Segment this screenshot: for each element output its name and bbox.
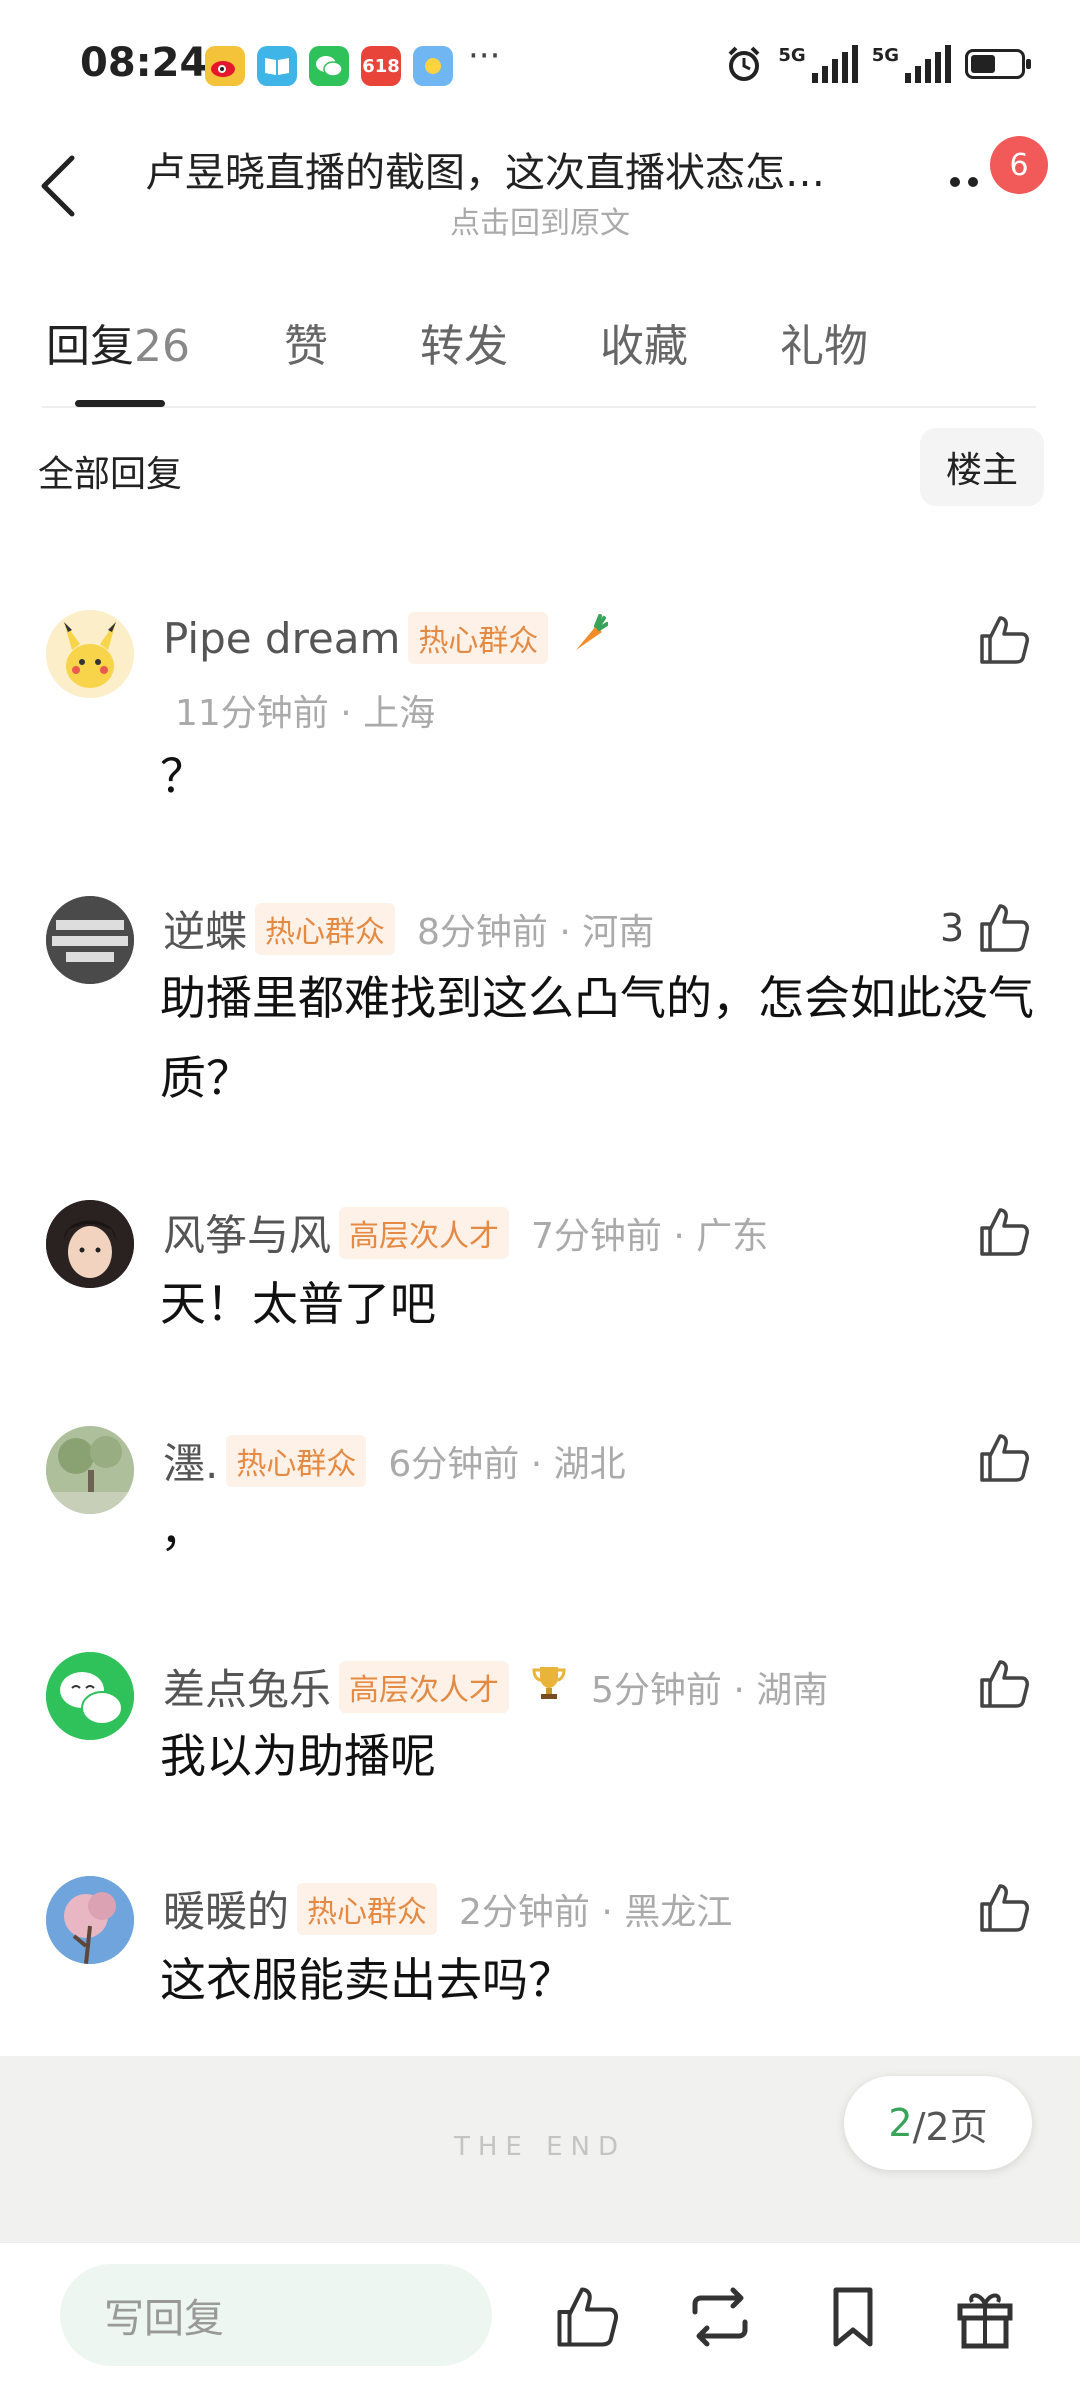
weibo-icon bbox=[205, 46, 245, 86]
comment-meta: 6分钟前 · 湖北 bbox=[388, 1443, 626, 1485]
username[interactable]: Pipe dream bbox=[163, 614, 400, 663]
comment-meta: 8分钟前 · 河南 bbox=[417, 911, 655, 953]
user-badge: 热心群众 bbox=[408, 612, 549, 664]
thumbs-up-icon bbox=[980, 904, 1029, 952]
comment-meta: 7分钟前 · 广东 bbox=[531, 1215, 769, 1257]
tab-reposts[interactable]: 转发 bbox=[420, 310, 508, 374]
tab-divider bbox=[42, 406, 1036, 408]
like-button[interactable] bbox=[976, 900, 1032, 956]
comment-meta: 11分钟前 · 上海 bbox=[175, 693, 436, 734]
like-count: 3 bbox=[940, 906, 965, 950]
username[interactable]: 逆蝶 bbox=[163, 898, 247, 959]
repost-button[interactable] bbox=[685, 2282, 755, 2352]
tab-favorites[interactable]: 收藏 bbox=[600, 310, 688, 374]
signal-strength-icon-2: 5G bbox=[872, 45, 951, 83]
repost-icon bbox=[692, 2287, 748, 2347]
tab-likes[interactable]: 赞 bbox=[284, 310, 328, 374]
more-notifications-indicator: ··· bbox=[468, 36, 501, 76]
comment-text: 助播里都难找到这么凸气的，怎会如此没气质？ bbox=[160, 971, 1034, 1105]
username[interactable]: 濹. bbox=[163, 1430, 218, 1491]
thumbs-up-icon bbox=[980, 1434, 1029, 1482]
comment-text: ？ bbox=[160, 749, 206, 803]
comment-text: 天！太普了吧 bbox=[160, 1277, 436, 1331]
avatar[interactable] bbox=[46, 1876, 134, 1964]
bookmark-icon bbox=[833, 2287, 873, 2347]
username[interactable]: 暖暖的 bbox=[163, 1878, 289, 1939]
weather-icon bbox=[413, 46, 453, 86]
status-bar: 08:24 618 ··· 5G 5G bbox=[0, 0, 1080, 130]
active-tab-indicator bbox=[75, 400, 165, 407]
user-badge: 热心群众 bbox=[255, 902, 396, 955]
avatar[interactable] bbox=[46, 1200, 134, 1288]
reply-input[interactable]: 写回复 bbox=[60, 2264, 492, 2366]
like-button[interactable] bbox=[976, 1430, 1032, 1486]
comment-meta: 5分钟前 · 湖南 bbox=[591, 1669, 829, 1711]
like-button[interactable] bbox=[976, 1204, 1032, 1260]
notification-app-icons: 618 bbox=[205, 46, 453, 86]
more-dots-icon bbox=[950, 177, 978, 187]
like-post-button[interactable] bbox=[552, 2282, 622, 2352]
avatar[interactable] bbox=[46, 610, 134, 698]
notification-badge[interactable]: 6 bbox=[990, 136, 1048, 194]
like-button[interactable] bbox=[976, 612, 1032, 668]
more-menu-button[interactable] bbox=[945, 160, 995, 200]
book-icon bbox=[257, 46, 297, 86]
user-badge: 热心群众 bbox=[226, 1434, 367, 1487]
back-to-original-link[interactable]: 点击回到原文 bbox=[0, 198, 1080, 242]
page-indicator[interactable]: 2/2页 bbox=[844, 2076, 1032, 2170]
trophy-icon bbox=[529, 1662, 569, 1711]
bookmark-button[interactable] bbox=[818, 2282, 888, 2352]
tab-gifts[interactable]: 礼物 bbox=[780, 310, 868, 374]
like-button[interactable] bbox=[976, 1880, 1032, 1936]
clock: 08:24 bbox=[80, 40, 208, 86]
thumbs-up-icon bbox=[980, 1208, 1029, 1256]
username[interactable]: 风筝与风 bbox=[163, 1202, 331, 1263]
thumbs-up-icon bbox=[557, 2287, 619, 2347]
system-status: 5G 5G bbox=[724, 44, 1031, 84]
battery-icon bbox=[965, 49, 1031, 79]
alarm-icon bbox=[728, 46, 760, 81]
tab-bar: 回复26 赞 转发 收藏 礼物 bbox=[0, 310, 1080, 372]
thumbs-up-icon bbox=[980, 1884, 1029, 1932]
comment-meta: 2分钟前 · 黑龙江 bbox=[459, 1891, 733, 1933]
avatar[interactable] bbox=[46, 896, 134, 984]
comment-text: 我以为助播呢 bbox=[160, 1729, 436, 1783]
user-badge: 高层次人才 bbox=[339, 1660, 510, 1713]
avatar[interactable] bbox=[46, 1652, 134, 1740]
username[interactable]: 差点兔乐 bbox=[163, 1656, 331, 1717]
wechat-icon bbox=[309, 46, 349, 86]
tab-replies[interactable]: 回复26 bbox=[46, 310, 190, 374]
avatar[interactable] bbox=[46, 1426, 134, 1514]
like-button[interactable] bbox=[976, 1656, 1032, 1712]
thumbs-up-icon bbox=[980, 616, 1029, 664]
signal-strength-icon: 5G bbox=[778, 45, 858, 83]
comment-text: 这衣服能卖出去吗？ bbox=[160, 1953, 574, 2007]
shopping-618-icon: 618 bbox=[361, 46, 401, 86]
all-replies-label: 全部回复 bbox=[38, 454, 183, 495]
op-only-button[interactable]: 楼主 bbox=[920, 428, 1044, 506]
thumbs-up-icon bbox=[980, 1660, 1029, 1708]
gift-icon bbox=[957, 2293, 1013, 2349]
gift-button[interactable] bbox=[950, 2282, 1020, 2352]
user-badge: 热心群众 bbox=[297, 1882, 438, 1935]
page-title[interactable]: 卢昱晓直播的截图，这次直播状态怎… bbox=[145, 140, 905, 198]
carrot-icon bbox=[568, 613, 610, 663]
user-badge: 高层次人才 bbox=[339, 1206, 510, 1259]
comment-text: ， bbox=[160, 1503, 206, 1557]
